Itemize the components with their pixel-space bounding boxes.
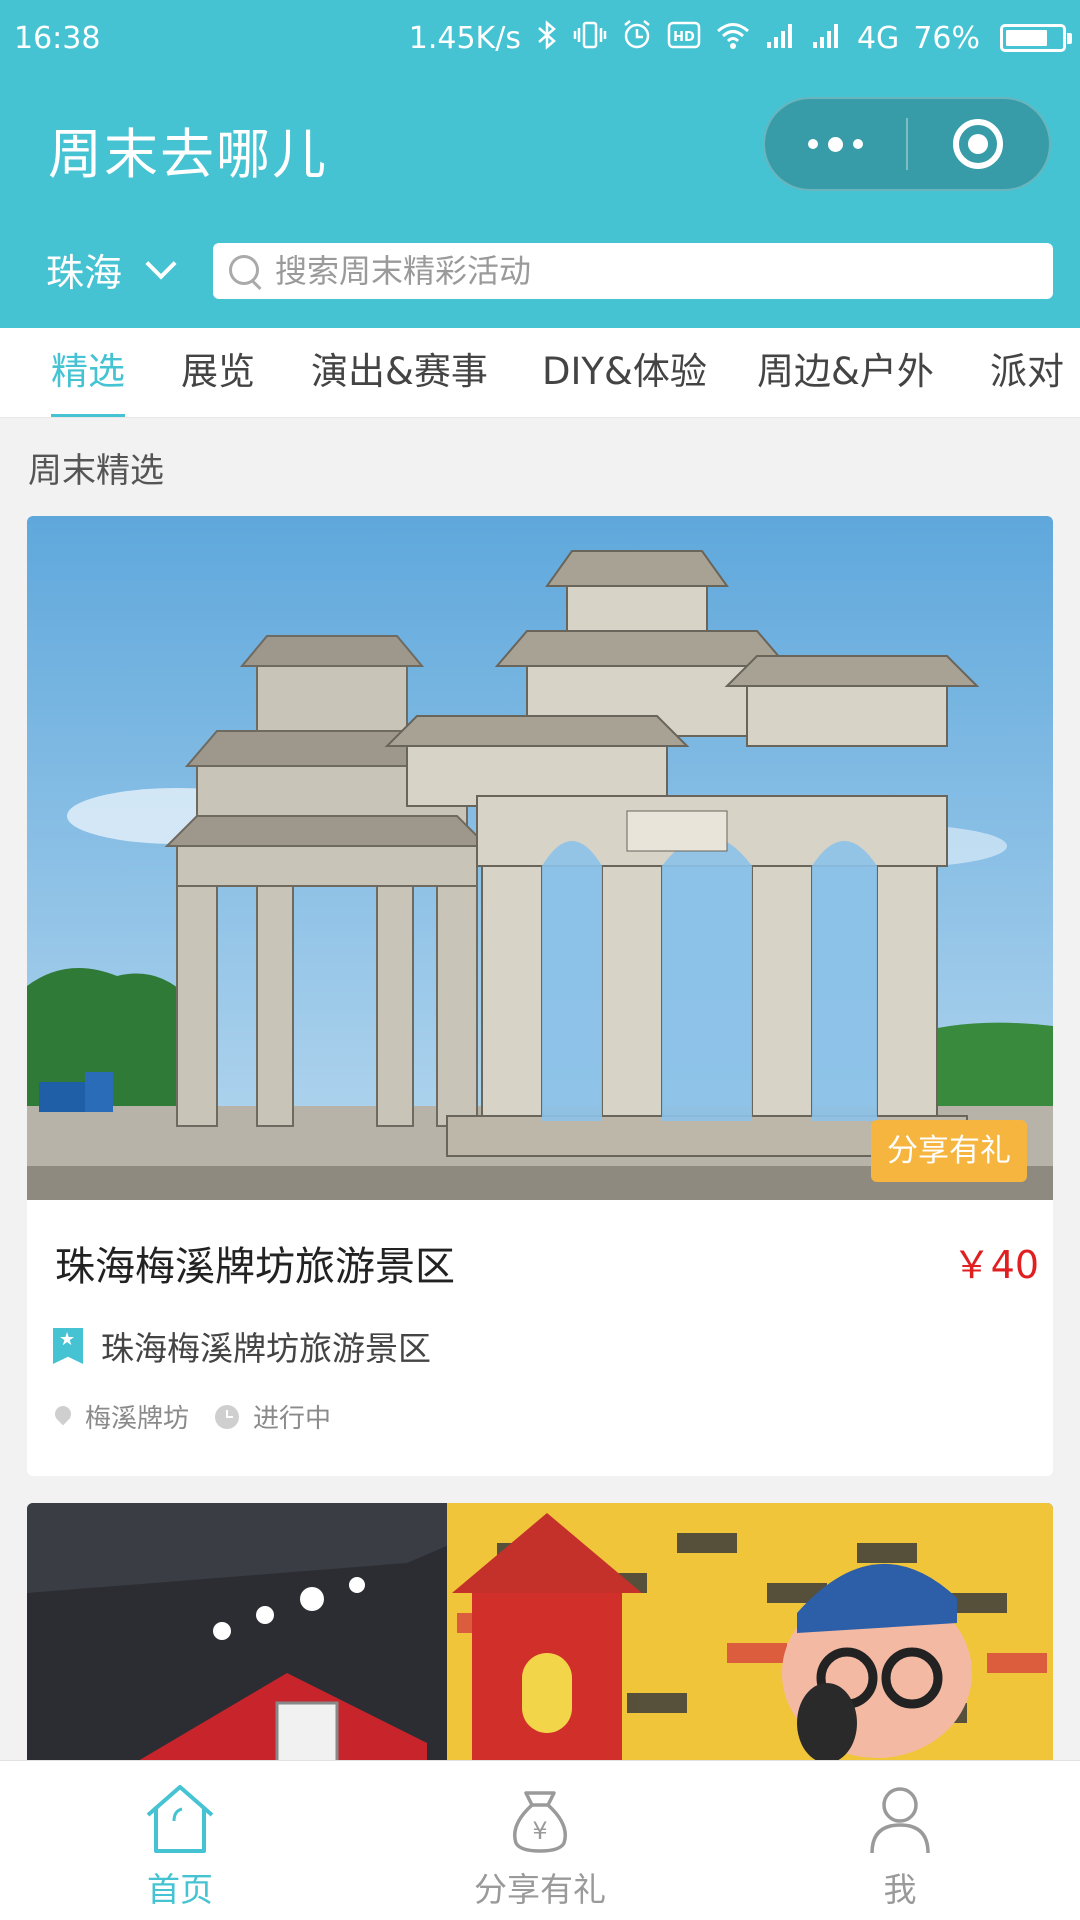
location-pin-icon [55,1406,71,1428]
activity-card[interactable]: 分享有礼 珠海梅溪牌坊旅游景区 ￥40 珠海梅溪牌坊旅游景区 梅溪牌坊 进行中 [27,516,1053,1476]
activity-photo: 分享有礼 [27,516,1053,1200]
network-type: 4G [856,20,900,56]
battery-percent: 76% [913,20,980,56]
section-title: 周末精选 [28,451,164,491]
clock-icon [215,1404,240,1429]
svg-text:HD: HD [673,30,695,45]
venue-row: 珠海梅溪牌坊旅游景区 [53,1322,431,1370]
tab-party[interactable]: 派对 [990,328,1064,417]
status-bar: 16:38 1.45K/s HD 4G 76% [0,0,1080,76]
vibrate-icon [573,19,607,57]
search-input[interactable] [275,252,1035,290]
battery-icon [1000,24,1072,52]
city-label: 珠海 [46,251,123,295]
venue-name: 珠海梅溪牌坊旅游景区 [101,1329,431,1368]
more-button[interactable] [765,99,906,189]
svg-text:¥: ¥ [532,1817,547,1845]
status-time: 16:38 [14,20,101,56]
hd-icon: HD [667,20,701,56]
nav-label-me: 我 [883,1870,917,1909]
title-bar: 周末去哪儿 [0,76,1080,212]
header: 16:38 1.45K/s HD 4G 76% 周末去哪儿 珠海 搜索周末精彩活… [0,0,1080,328]
search-row: 珠海 [0,212,1080,328]
location-label: 梅溪牌坊 [85,1404,190,1434]
close-miniprogram-button[interactable] [908,99,1049,189]
nav-home[interactable]: 首页 [0,1761,360,1920]
status-icons: 1.45K/s HD 4G 76% [408,19,1072,57]
nav-share-gift[interactable]: ¥ 分享有礼 [360,1761,720,1920]
tab-exhibition[interactable]: 展览 [181,328,255,417]
status-label: 进行中 [253,1404,332,1434]
more-icon [808,136,863,152]
miniprogram-capsule [763,97,1051,191]
money-bag-icon: ¥ [513,1791,567,1853]
bookmark-icon [53,1328,83,1364]
target-icon [953,119,1004,169]
battery-level [1006,30,1048,46]
nav-label-home: 首页 [147,1870,213,1909]
chevron-down-icon [145,247,177,280]
bottom-nav: 首页 ¥ 分享有礼 我 [0,1760,1080,1920]
search-bar[interactable] [213,243,1053,299]
home-icon [146,1785,214,1853]
nav-label-share-gift: 分享有礼 [474,1870,606,1909]
tab-nearby-outdoor[interactable]: 周边&户外 [757,328,934,417]
wifi-icon [715,20,751,56]
alarm-icon [621,19,653,57]
search-icon [227,253,263,289]
network-speed: 1.45K/s [408,20,521,56]
meta-row: 梅溪牌坊 进行中 [55,1398,331,1435]
signal-icon [765,20,797,56]
share-gift-badge: 分享有礼 [871,1120,1027,1182]
app-screen: 16:38 1.45K/s HD 4G 76% 周末去哪儿 珠海 搜索周末精彩活… [0,0,1080,1920]
nav-me[interactable]: 我 [720,1761,1080,1920]
activity-title: 珠海梅溪牌坊旅游景区 [55,1244,455,1290]
tab-featured[interactable]: 精选 [51,328,125,417]
category-tabs: 精选 展览 演出&赛事 DIY&体验 周边&户外 派对 [0,328,1080,418]
bluetooth-icon [535,19,559,57]
signal-icon [811,20,843,56]
person-icon [870,1787,930,1854]
page-title: 周末去哪儿 [48,123,328,186]
city-selector[interactable]: 珠海 [46,242,177,297]
activity-price: ￥40 [952,1243,1039,1287]
tab-shows-events[interactable]: 演出&赛事 [311,328,488,417]
tab-diy-experience[interactable]: DIY&体验 [542,328,707,417]
